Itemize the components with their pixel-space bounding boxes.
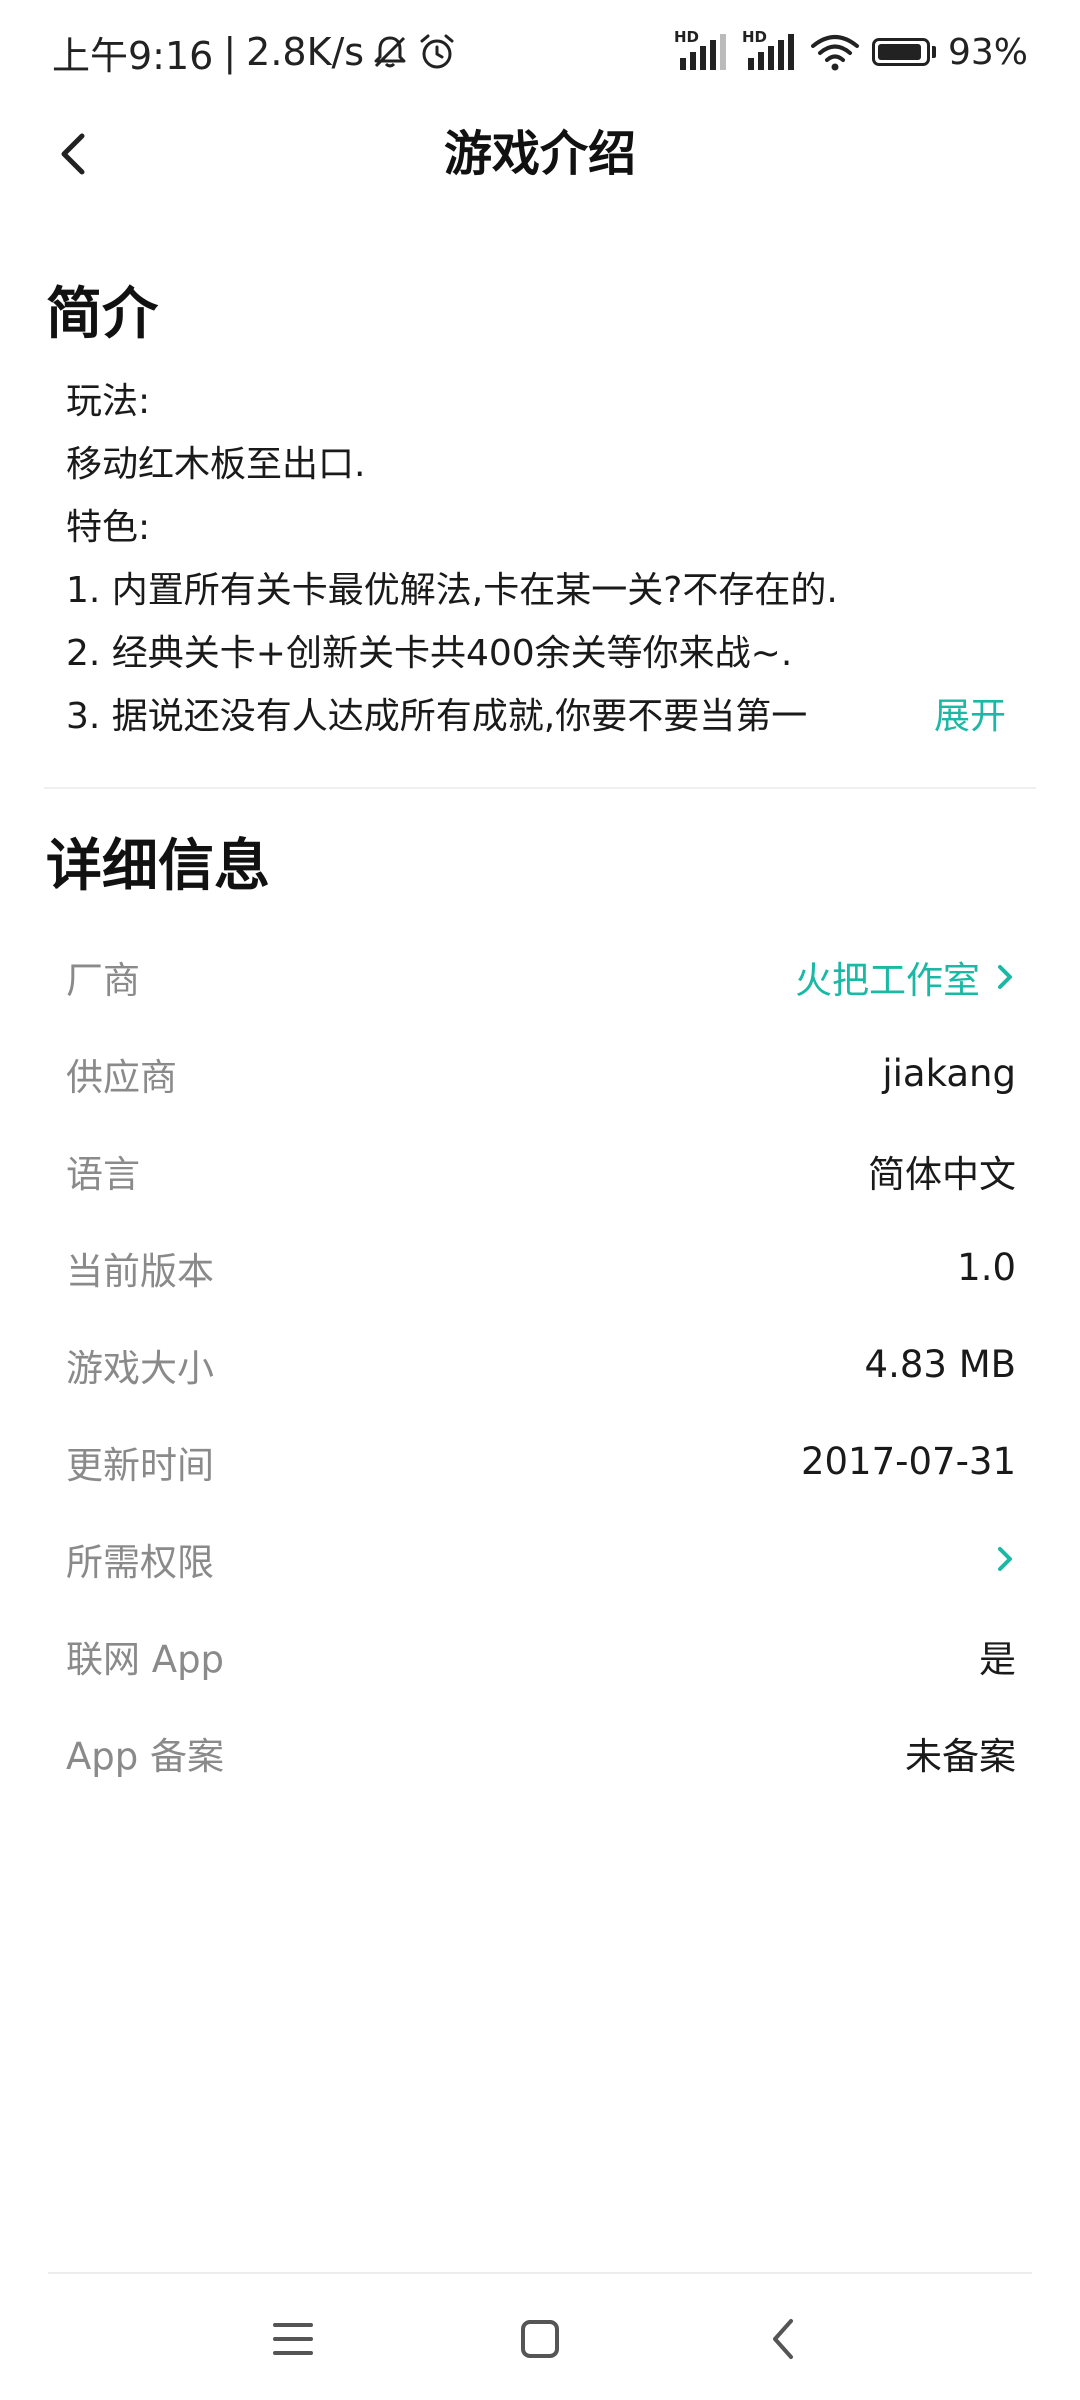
chevron-right-icon <box>994 1543 1016 1575</box>
intro-line: 2. 经典关卡+创新关卡共400余关等你来战~. <box>66 633 793 674</box>
detail-label: 当前版本 <box>66 1249 214 1293</box>
header: 游戏介绍 <box>0 104 1080 204</box>
detail-row-developer[interactable]: 厂商 火把工作室 <box>66 928 1016 1025</box>
menu-icon <box>273 2323 313 2355</box>
detail-row-size: 游戏大小 4.83 MB <box>66 1316 1016 1413</box>
detail-list: 厂商 火把工作室 供应商 jiakang 语言 简体中文 当前版本 1.0 游戏… <box>66 928 1016 1801</box>
intro-description: 玩法: 移动红木板至出口. 特色: 1. 内置所有关卡最优解法,卡在某一关?不存… <box>66 370 1006 748</box>
battery-level <box>877 44 921 60</box>
detail-value: 火把工作室 <box>795 958 980 1002</box>
bell-off-icon <box>374 36 406 68</box>
navigation-bar <box>0 2274 1080 2400</box>
intro-heading: 简介 <box>46 282 158 347</box>
status-bar: 上午9:16 | 2.8K/s HD HD 93% <box>0 0 1080 104</box>
recents-button[interactable] <box>258 2304 328 2374</box>
alarm-icon <box>420 34 454 69</box>
intro-line: 玩法: <box>66 381 151 422</box>
intro-truncated-line: 3. 据说还没有人达成所有成就,你要不要当第一 展开 <box>66 685 1006 748</box>
intro-line: 1. 内置所有关卡最优解法,卡在某一关?不存在的. <box>66 570 838 611</box>
detail-row-version: 当前版本 1.0 <box>66 1219 1016 1316</box>
detail-value: 简体中文 <box>868 1152 1016 1196</box>
status-right: HD HD 93% <box>674 26 1028 78</box>
detail-label: 厂商 <box>66 958 140 1002</box>
intro-line: 特色: <box>66 507 151 548</box>
hd-signal-icon: HD <box>674 28 730 72</box>
intro-line: 3. 据说还没有人达成所有成就,你要不要当第一 <box>66 696 808 737</box>
detail-label: 语言 <box>66 1152 140 1196</box>
detail-value: 2017-07-31 <box>800 1440 1016 1483</box>
hd-signal-icon: HD <box>742 28 798 72</box>
battery-icon <box>871 38 936 66</box>
home-icon <box>521 2320 559 2358</box>
back-icon <box>773 2319 793 2359</box>
detail-value: 4.83 MB <box>864 1343 1016 1386</box>
detail-row-supplier: 供应商 jiakang <box>66 1025 1016 1122</box>
battery-percent: 93% <box>947 31 1028 73</box>
detail-label: App 备案 <box>66 1734 225 1778</box>
text-fade <box>846 685 926 748</box>
detail-row-online-app: 联网 App 是 <box>66 1607 1016 1704</box>
detail-row-permissions[interactable]: 所需权限 <box>66 1510 1016 1607</box>
page-title: 游戏介绍 <box>443 126 636 182</box>
detail-label: 联网 App <box>66 1637 225 1681</box>
home-button[interactable] <box>505 2304 575 2374</box>
section-divider <box>44 787 1036 789</box>
developer-link[interactable]: 火把工作室 <box>795 950 1016 1004</box>
status-time: 上午9:16 <box>52 33 214 78</box>
system-back-button[interactable] <box>749 2304 819 2374</box>
detail-row-update-time: 更新时间 2017-07-31 <box>66 1413 1016 1510</box>
status-separator: | <box>223 30 237 74</box>
hd-badge: HD <box>673 28 699 46</box>
detail-value: 未备案 <box>905 1734 1016 1778</box>
detail-row-language: 语言 简体中文 <box>66 1122 1016 1219</box>
detail-row-app-filing: App 备案 未备案 <box>66 1704 1016 1801</box>
status-left: 上午9:16 | 2.8K/s <box>52 26 458 78</box>
hd-badge: HD <box>741 28 767 46</box>
chevron-right-icon <box>994 961 1016 993</box>
details-heading: 详细信息 <box>46 834 270 899</box>
detail-label: 供应商 <box>66 1055 177 1099</box>
expand-button[interactable]: 展开 <box>915 685 1006 748</box>
detail-label: 所需权限 <box>66 1540 214 1584</box>
permissions-link[interactable] <box>980 1543 1016 1575</box>
detail-label: 更新时间 <box>66 1443 214 1487</box>
detail-value: 是 <box>979 1637 1016 1681</box>
intro-line: 移动红木板至出口. <box>66 444 366 485</box>
detail-value: jiakang <box>882 1052 1016 1095</box>
detail-label: 游戏大小 <box>66 1346 214 1390</box>
wifi-icon <box>810 35 859 71</box>
network-speed: 2.8K/s <box>246 30 365 74</box>
detail-value: 1.0 <box>957 1246 1016 1289</box>
